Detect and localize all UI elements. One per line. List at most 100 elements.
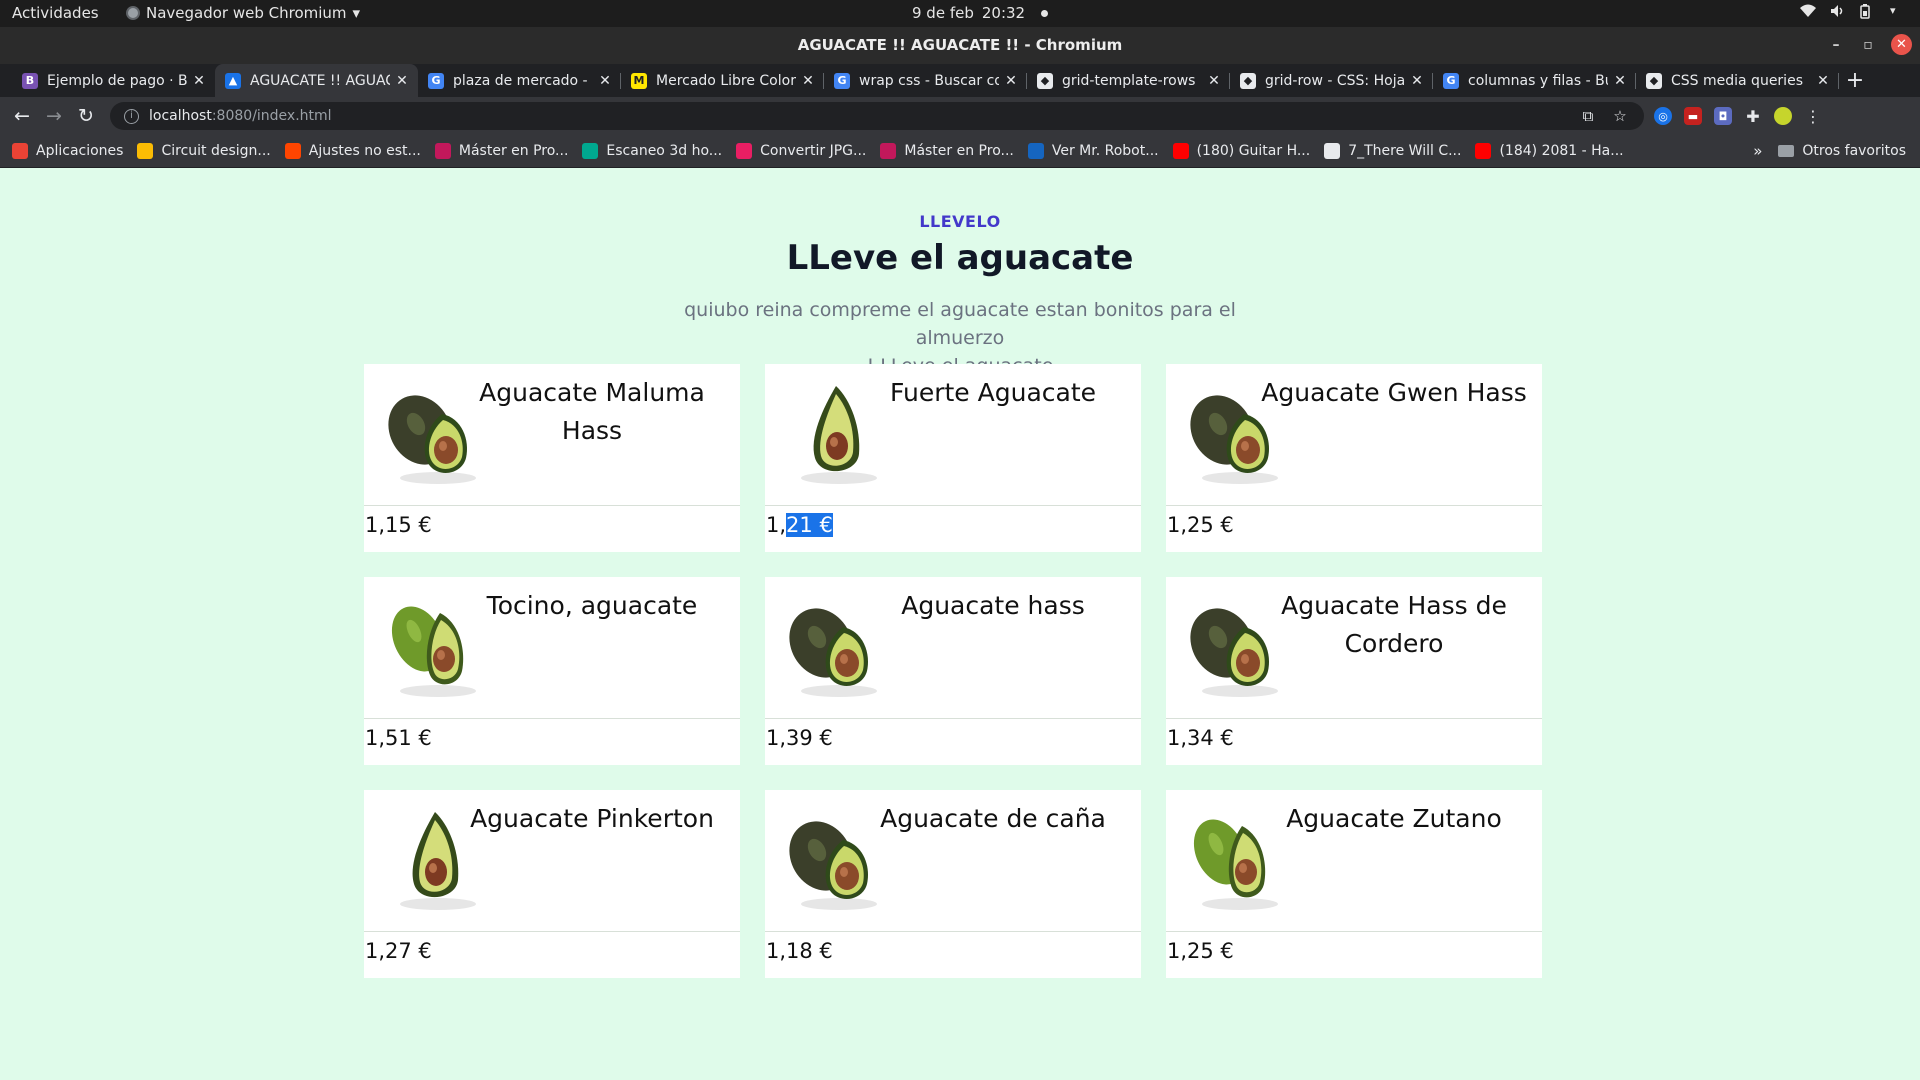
bookmark-item[interactable]: Máster en Pro... — [880, 143, 1014, 159]
product-name: Tocino, aguacate — [486, 591, 698, 620]
product-card[interactable]: Fuerte Aguacate 1,21 € — [765, 364, 1141, 552]
window-title-bar: AGUACATE !! AGUACATE !! - Chromium – ▫ ✕ — [0, 27, 1920, 64]
folder-icon — [1778, 145, 1795, 157]
product-card[interactable]: Aguacate hass 1,39 € — [765, 577, 1141, 765]
app-menu-label: Navegador web Chromium — [146, 4, 347, 22]
product-price: 1,39 € — [766, 726, 833, 750]
forward-arrow-icon[interactable]: → — [38, 105, 70, 127]
bookmark-item[interactable]: Convertir JPG... — [736, 143, 866, 159]
bookmark-item[interactable]: Escaneo 3d ho... — [582, 143, 722, 159]
product-card[interactable]: Tocino, aguacate 1,51 € — [364, 577, 740, 765]
red-extension-icon[interactable]: ▬ — [1684, 107, 1702, 125]
minimize-icon[interactable]: – — [1827, 37, 1845, 53]
product-grid: Aguacate Maluma Hass 1,15 € Fuerte Aguacat… — [364, 364, 1544, 978]
bookmark-favicon-icon — [1324, 143, 1341, 159]
product-price: 1,51 € — [365, 726, 432, 750]
window-controls: – ▫ ✕ — [1827, 34, 1912, 55]
back-arrow-icon[interactable]: ← — [6, 105, 38, 127]
browser-menu-icon[interactable]: ⋮ — [1804, 107, 1822, 126]
tab-close-icon[interactable]: ✕ — [1815, 73, 1831, 89]
product-name: Aguacate de caña — [880, 804, 1106, 833]
bookmark-star-icon[interactable]: ☆ — [1612, 108, 1628, 124]
bookmark-favicon-icon — [284, 143, 301, 159]
extensions-puzzle-icon[interactable]: ✚ — [1744, 107, 1762, 126]
bookmark-favicon-icon — [1475, 143, 1492, 159]
product-card[interactable]: Aguacate Gwen Hass 1,25 € — [1166, 364, 1542, 552]
tab-favicon-icon: ▲ — [225, 72, 241, 89]
bookmark-favicon-icon — [1027, 143, 1044, 159]
bookmark-item[interactable]: Máster en Pro... — [434, 143, 568, 159]
site-info-icon[interactable]: i — [124, 108, 139, 124]
password-extension-icon[interactable]: ◎ — [1654, 107, 1672, 125]
clock[interactable]: 9 de feb 20:32 — [912, 4, 1049, 22]
browser-tab[interactable]: Gplaza de mercado - B ✕ — [418, 64, 621, 97]
browser-tab[interactable]: ◆ CSS media queries ✕ — [1636, 64, 1839, 97]
bookmark-item[interactable]: (180) Guitar H... — [1172, 143, 1310, 159]
product-name: Aguacate Zutano — [1286, 804, 1502, 833]
close-window-icon[interactable]: ✕ — [1891, 34, 1912, 55]
system-tray[interactable]: ▾ — [1800, 4, 1906, 19]
tab-close-icon[interactable]: ✕ — [800, 73, 816, 89]
bookmark-item[interactable]: Ajustes no est... — [284, 143, 421, 159]
browser-tab[interactable]: ◆ grid-row - CSS: Hojas ✕ — [1230, 64, 1433, 97]
bookmark-item[interactable]: Ver Mr. Robot... — [1027, 143, 1159, 159]
bookmark-item[interactable]: Circuit design... — [137, 143, 271, 159]
product-card[interactable]: Aguacate Maluma Hass 1,15 € — [364, 364, 740, 552]
bookmark-item[interactable]: 7_There Will C... — [1324, 143, 1461, 159]
tab-close-icon[interactable]: ✕ — [394, 73, 410, 89]
browser-tab[interactable]: Gcolumnas y filas - Bú ✕ — [1433, 64, 1636, 97]
tab-close-icon[interactable]: ✕ — [1003, 73, 1019, 89]
more-bookmarks-chevron-icon[interactable]: » — [1753, 142, 1762, 160]
tab-title: plaza de mercado - B — [453, 72, 593, 89]
product-name: Aguacate Maluma Hass — [479, 378, 705, 445]
tab-close-icon[interactable]: ✕ — [597, 73, 613, 89]
tab-title: wrap css - Buscar co — [859, 72, 999, 89]
bookmark-item[interactable]: (184) 2081 - Ha... — [1475, 143, 1624, 159]
product-card[interactable]: Aguacate Hass de Cordero 1,34 € — [1166, 577, 1542, 765]
app-menu[interactable]: Navegador web Chromium ▾ — [126, 4, 360, 22]
lead-line-1: quiubo reina compreme el aguacate estan … — [684, 299, 1236, 349]
browser-tab[interactable]: ▲ AGUACATE !! AGUAC ✕ — [215, 64, 418, 97]
product-card[interactable]: Aguacate de caña 1,18 € — [765, 790, 1141, 978]
address-bar[interactable]: i localhost :8080/index.html ⧉ ☆ — [110, 102, 1644, 130]
tab-title: grid-row - CSS: Hojas — [1265, 72, 1405, 89]
translate-icon[interactable]: ⧉ — [1580, 108, 1596, 124]
maximize-icon[interactable]: ▫ — [1859, 37, 1877, 53]
profile-avatar[interactable] — [1774, 107, 1792, 125]
bookmark-item[interactable]: Aplicaciones — [12, 143, 123, 159]
product-name: Aguacate Hass de Cordero — [1281, 591, 1507, 658]
browser-tab[interactable]: M Mercado Libre Color ✕ — [621, 64, 824, 97]
tab-title: CSS media queries — [1671, 72, 1803, 89]
window-title: AGUACATE !! AGUACATE !! - Chromium — [797, 36, 1123, 54]
bookmark-favicon-icon — [880, 143, 897, 159]
browser-tab[interactable]: B Ejemplo de pago · B ✕ — [12, 64, 215, 97]
tab-favicon-icon: G — [1443, 72, 1459, 89]
chromium-icon — [126, 6, 140, 20]
browser-tab[interactable]: Gwrap css - Buscar co ✕ — [824, 64, 1027, 97]
tab-favicon-icon: B — [22, 72, 38, 89]
browser-toolbar: ← → ↻ i localhost :8080/index.html ⧉ ☆ ◎… — [0, 97, 1920, 135]
bookmark-favicon-icon — [736, 143, 753, 159]
tab-close-icon[interactable]: ✕ — [1612, 73, 1628, 89]
product-card[interactable]: Aguacate Zutano 1,25 € — [1166, 790, 1542, 978]
product-name: Aguacate hass — [901, 591, 1085, 620]
browser-tab[interactable]: ◆ grid-template-rows ✕ — [1027, 64, 1230, 97]
bookmark-favicon-icon — [12, 143, 28, 159]
bookmark-label: Máster en Pro... — [904, 143, 1014, 159]
other-bookmarks-folder[interactable]: Otros favoritos — [1778, 143, 1906, 159]
bookmark-label: Ajustes no est... — [308, 143, 421, 159]
bookmark-favicon-icon — [582, 143, 599, 159]
clock-date: 9 de feb — [912, 4, 974, 22]
product-price: 1,27 € — [365, 939, 432, 963]
activities-button[interactable]: Actividades — [12, 4, 99, 22]
bookmark-label: Escaneo 3d ho... — [606, 143, 723, 159]
new-tab-plus-icon[interactable]: + — [1839, 64, 1871, 97]
tab-close-icon[interactable]: ✕ — [1409, 73, 1425, 89]
product-card[interactable]: Aguacate Pinkerton 1,27 € — [364, 790, 740, 978]
product-price: 1,21 € — [766, 513, 833, 537]
tab-close-icon[interactable]: ✕ — [1206, 73, 1222, 89]
reload-icon[interactable]: ↻ — [70, 105, 102, 127]
tab-close-icon[interactable]: ✕ — [191, 73, 207, 89]
notification-dot-icon — [1041, 9, 1049, 17]
purple-extension-icon[interactable]: ◘ — [1714, 107, 1732, 125]
